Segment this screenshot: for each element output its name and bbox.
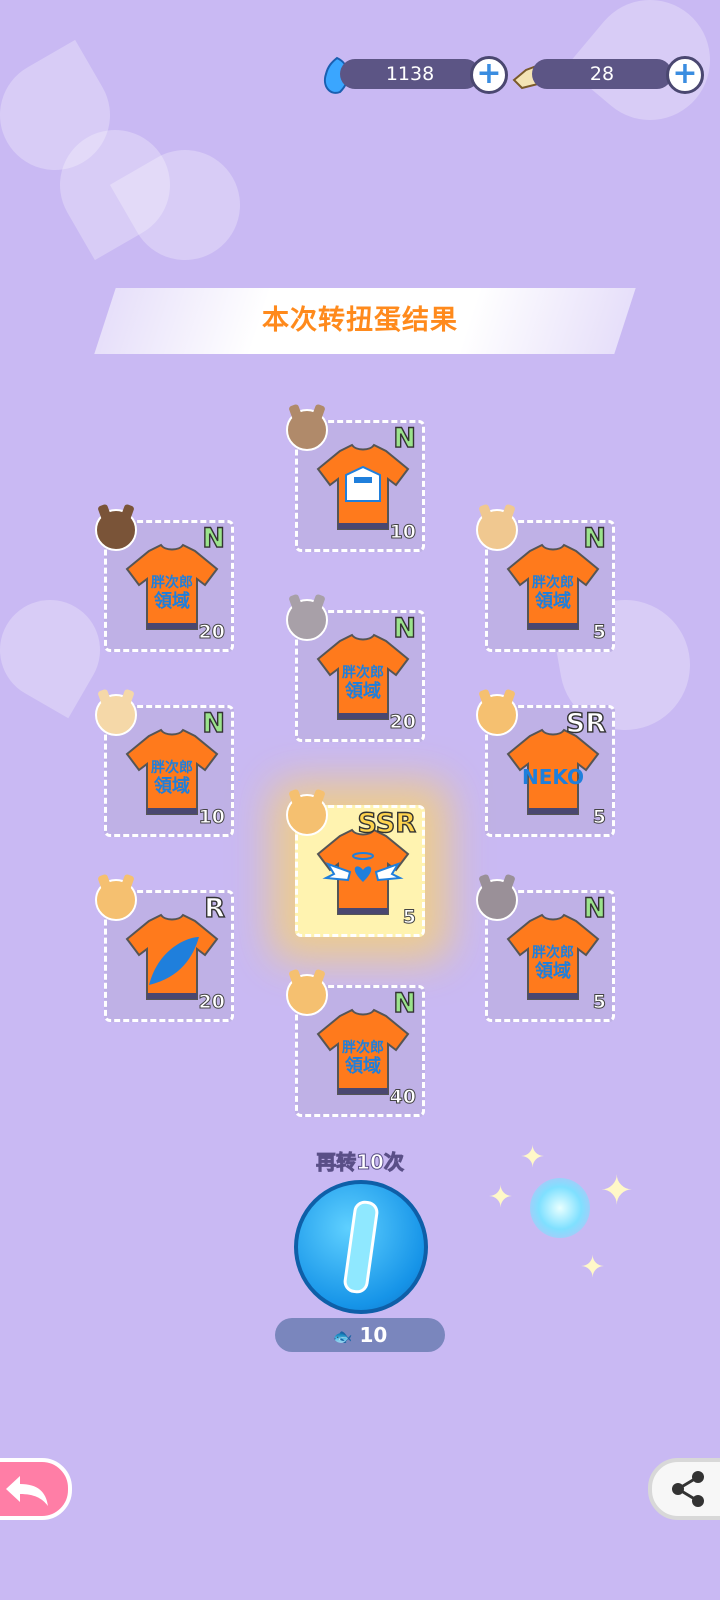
character-avatar-icon bbox=[95, 694, 137, 736]
result-card[interactable]: 胖次郎 領域 N 10 bbox=[95, 694, 234, 837]
gem-count: 1138 bbox=[340, 59, 480, 89]
item-count: 40 bbox=[389, 1086, 416, 1109]
sparkle-icon: ✦ bbox=[488, 1180, 514, 1215]
spin-again-button[interactable] bbox=[294, 1180, 428, 1314]
capsule-handle-icon bbox=[343, 1200, 379, 1294]
sparkle-icon: ✦ bbox=[600, 1168, 634, 1214]
item-count: 5 bbox=[592, 806, 606, 829]
character-avatar-icon bbox=[286, 974, 328, 1016]
rarity-badge: N bbox=[393, 612, 417, 644]
add-gems-button[interactable]: + bbox=[470, 56, 508, 94]
item-count: 5 bbox=[592, 621, 606, 644]
rarity-badge: R bbox=[204, 892, 226, 924]
character-avatar-icon bbox=[286, 409, 328, 451]
result-title: 本次转扭蛋结果 bbox=[262, 305, 458, 336]
fish-ticket-icon: 🐟 bbox=[332, 1327, 353, 1346]
shirt-text-neko: NEKO bbox=[522, 765, 584, 789]
result-card[interactable]: 胖次郎 領域 N 20 bbox=[286, 599, 425, 742]
shirt-text-line1: 胖次郎 bbox=[342, 1039, 384, 1056]
character-avatar-icon bbox=[286, 599, 328, 641]
add-tickets-button[interactable]: + bbox=[666, 56, 704, 94]
result-card[interactable]: SSR 5 bbox=[286, 794, 425, 937]
item-count: 5 bbox=[592, 991, 606, 1014]
character-avatar-icon bbox=[476, 509, 518, 551]
back-button[interactable] bbox=[0, 1458, 72, 1520]
shirt-text-line1: 胖次郎 bbox=[532, 574, 574, 591]
rarity-badge: N bbox=[202, 707, 226, 739]
sparkle-icon: ✦ bbox=[520, 1140, 546, 1175]
result-card[interactable]: R 20 bbox=[95, 879, 234, 1022]
character-avatar-icon bbox=[476, 879, 518, 921]
item-count: 10 bbox=[389, 521, 416, 544]
item-count: 10 bbox=[198, 806, 225, 829]
shirt-text-line1: 胖次郎 bbox=[532, 944, 574, 961]
result-card[interactable]: 胖次郎 領域 N 5 bbox=[476, 879, 615, 1022]
share-icon bbox=[672, 1471, 704, 1507]
rarity-badge: N bbox=[393, 422, 417, 454]
glow-orb bbox=[530, 1178, 590, 1238]
character-avatar-icon bbox=[95, 509, 137, 551]
rarity-badge: SSR bbox=[357, 807, 417, 839]
shirt-text-line2: 領域 bbox=[154, 590, 190, 612]
shirt-text-line1: 胖次郎 bbox=[151, 759, 193, 776]
rarity-badge: N bbox=[202, 522, 226, 554]
shirt-text-line2: 領域 bbox=[345, 680, 381, 702]
result-card[interactable]: 胖次郎 領域 N 20 bbox=[95, 509, 234, 652]
item-count: 20 bbox=[198, 991, 225, 1014]
spin-cost-value: 10 bbox=[359, 1323, 388, 1347]
back-arrow-icon bbox=[6, 1476, 48, 1506]
shirt-text-line1: 胖次郎 bbox=[342, 664, 384, 681]
item-count: 20 bbox=[389, 711, 416, 734]
result-card[interactable]: N 10 bbox=[286, 409, 425, 552]
ticket-count: 28 bbox=[532, 59, 672, 89]
result-card[interactable]: 胖次郎 領域 N 40 bbox=[286, 974, 425, 1117]
rarity-badge: N bbox=[583, 892, 607, 924]
character-avatar-icon bbox=[286, 794, 328, 836]
result-card[interactable]: NEKO SR 5 bbox=[476, 694, 615, 837]
character-avatar-icon bbox=[476, 694, 518, 736]
rarity-badge: N bbox=[583, 522, 607, 554]
shirt-text-line2: 領域 bbox=[535, 960, 571, 982]
result-card[interactable]: 胖次郎 領域 N 5 bbox=[476, 509, 615, 652]
item-count: 20 bbox=[198, 621, 225, 644]
spin-cost: 🐟 10 bbox=[275, 1318, 445, 1352]
resource-bar: 1138 + 28 + bbox=[0, 56, 720, 94]
character-avatar-icon bbox=[95, 879, 137, 921]
sparkle-icon: ✦ bbox=[580, 1250, 606, 1285]
shirt-text-line2: 領域 bbox=[535, 590, 571, 612]
shirt-text-line1: 胖次郎 bbox=[151, 574, 193, 591]
share-button[interactable] bbox=[648, 1458, 720, 1520]
shirt-text-line2: 領域 bbox=[345, 1055, 381, 1077]
rarity-badge: SR bbox=[565, 707, 607, 739]
rarity-badge: N bbox=[393, 987, 417, 1019]
item-count: 5 bbox=[402, 906, 416, 929]
shirt-text-line2: 領域 bbox=[154, 775, 190, 797]
